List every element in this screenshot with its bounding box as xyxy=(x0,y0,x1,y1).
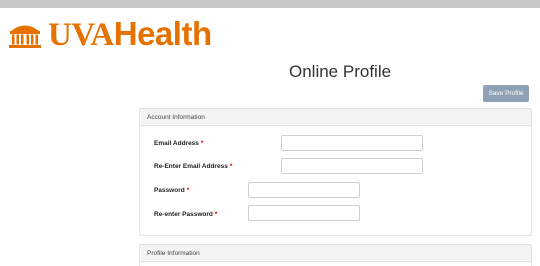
logo-health-text: Health xyxy=(113,14,212,52)
required-indicator: * xyxy=(214,211,218,218)
top-bar xyxy=(0,0,540,8)
logo-uva-text: UVA xyxy=(48,16,114,53)
uva-health-logo[interactable]: UVAHealth xyxy=(8,14,212,53)
required-indicator: * xyxy=(229,163,233,170)
password-label-text: Password xyxy=(154,187,185,194)
profile-information-panel: Profile Information xyxy=(139,244,532,266)
re-enter-password-input[interactable] xyxy=(248,205,360,221)
required-indicator: * xyxy=(186,187,190,194)
account-information-header: Account Information xyxy=(140,109,531,126)
logo-wordmark: UVAHealth xyxy=(48,14,212,53)
profile-information-header: Profile Information xyxy=(140,245,531,262)
page: UVAHealth Online Profile Save Profile Ac… xyxy=(0,0,540,266)
re-enter-password-label: Re-enter Password * xyxy=(154,211,217,218)
password-input[interactable] xyxy=(248,182,360,198)
re-enter-email-input[interactable] xyxy=(281,158,423,174)
email-address-input[interactable] xyxy=(281,135,423,151)
password-label: Password * xyxy=(154,187,189,194)
re-enter-email-label-text: Re-Enter Email Address xyxy=(154,163,228,170)
save-profile-button[interactable]: Save Profile xyxy=(483,85,529,102)
re-enter-email-label: Re-Enter Email Address * xyxy=(154,163,232,170)
rotunda-icon xyxy=(9,25,41,48)
page-title: Online Profile xyxy=(289,62,392,81)
required-indicator: * xyxy=(200,140,204,147)
email-address-label: Email Address * xyxy=(154,140,203,147)
email-address-label-text: Email Address xyxy=(154,140,199,147)
account-information-panel: Account Information Email Address * Re-En… xyxy=(139,108,532,236)
re-enter-password-label-text: Re-enter Password xyxy=(154,211,213,218)
